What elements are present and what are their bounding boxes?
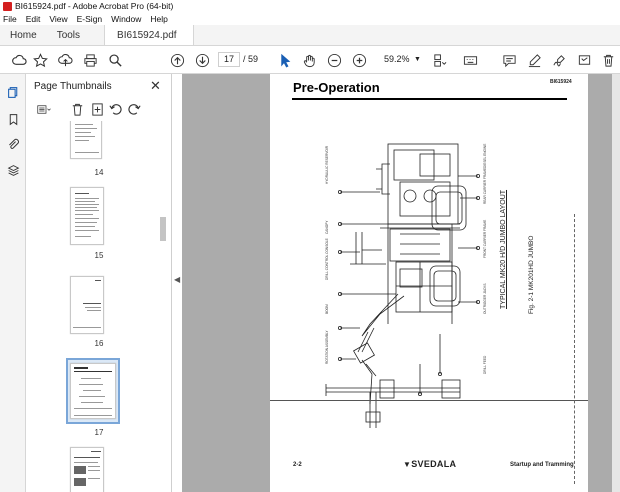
thumbnails-scroll-thumb[interactable] (160, 217, 166, 241)
comment-icon[interactable] (500, 51, 518, 69)
keyboard-icon[interactable] (461, 51, 479, 69)
thumbnail-page-18[interactable] (70, 447, 104, 492)
thumbnail-label: 17 (94, 428, 104, 437)
document-view[interactable]: Pre-Operation BI615924 HYDRAULIC RESERVO… (182, 74, 620, 492)
thumbnail-page-16[interactable] (70, 276, 104, 334)
svg-text:CANOPY: CANOPY (325, 220, 329, 234)
delete-pages-icon[interactable] (68, 100, 86, 118)
fill-sign-icon[interactable] (550, 51, 568, 69)
hand-tool-icon[interactable] (300, 51, 318, 69)
pdf-page: Pre-Operation BI615924 HYDRAULIC RESERVO… (270, 74, 588, 492)
tab-document-label: BI615924.pdf (117, 29, 177, 41)
total-pages: 59 (248, 54, 259, 64)
attachments-icon[interactable] (5, 136, 21, 152)
page-divider-line (270, 400, 588, 401)
rotate-clockwise-icon[interactable] (125, 100, 143, 118)
thumbnails-scrollbar[interactable] (159, 121, 167, 492)
zoom-dropdown-icon[interactable]: ▼ (414, 56, 421, 63)
thumbnail-page-15[interactable] (70, 187, 104, 245)
page-number-input[interactable]: 17 (218, 52, 240, 67)
menu-edit[interactable]: Edit (26, 14, 41, 24)
thumbnail-label: 14 (94, 168, 104, 177)
page-separator: / (243, 54, 246, 64)
thumbnails-toolbar (26, 98, 172, 120)
svg-text:BOOM: BOOM (325, 304, 329, 314)
title-bar: BI615924.pdf - Adobe Acrobat Pro (64-bit… (0, 0, 620, 12)
thumbnail-label: 16 (94, 339, 104, 348)
page-thumbnails-panel: Page Thumbnails ✕ 14 15 16 17 (26, 74, 172, 492)
svedala-logo-icon: ▼ (403, 460, 412, 469)
svg-text:HYDRAULIC RESERVOIR: HYDRAULIC RESERVOIR (325, 145, 329, 184)
svg-text:DRILL FEED: DRILL FEED (483, 355, 487, 374)
tab-bar: Home Tools BI615924.pdf (0, 25, 620, 46)
select-cursor-icon[interactable] (276, 51, 294, 69)
search-icon[interactable] (106, 51, 124, 69)
footer-page-number: 2-2 (293, 462, 302, 468)
delete-icon[interactable] (599, 51, 617, 69)
tab-document[interactable]: BI615924.pdf (104, 25, 194, 45)
bookmarks-icon[interactable] (5, 111, 21, 127)
svg-text:REAR CARRIER FRAME: REAR CARRIER FRAME (483, 168, 487, 204)
figure-caption: Fig. 2-1 MK201HD JUMBO (528, 235, 535, 314)
rotate-counterclockwise-icon[interactable] (106, 100, 124, 118)
thumbnail-page-17[interactable] (70, 363, 116, 419)
close-panel-icon[interactable]: ✕ (150, 78, 161, 94)
zoom-in-icon[interactable] (350, 51, 368, 69)
collapse-panel-handle[interactable]: ◀ (174, 275, 180, 284)
page-margin-dashes (574, 214, 577, 484)
tab-home[interactable]: Home (0, 25, 47, 45)
footer-section-title: Startup and Tramming (510, 462, 574, 468)
svg-text:FRONT CARRIER FRAME: FRONT CARRIER FRAME (483, 220, 487, 258)
svg-text:DIESEL ENGINE: DIESEL ENGINE (483, 144, 487, 168)
page-display-icon[interactable] (430, 51, 448, 69)
thumbnail-list: 14 15 16 17 (26, 121, 164, 492)
menu-view[interactable]: View (49, 14, 67, 24)
save-cloud-icon[interactable] (10, 51, 28, 69)
menu-esign[interactable]: E-Sign (77, 14, 103, 24)
svg-text:ROTATION ASSEMBLY: ROTATION ASSEMBLY (325, 329, 329, 364)
navigation-rail (0, 74, 26, 492)
footer-brand-logo: ▼SVEDALA (403, 459, 456, 469)
zoom-level[interactable]: 59.2% (384, 54, 410, 64)
menu-bar: File Edit View E-Sign Window Help (0, 12, 620, 25)
previous-page-icon[interactable] (168, 51, 186, 69)
zoom-out-icon[interactable] (325, 51, 343, 69)
main-toolbar: 17 / 59 59.2% ▼ (0, 46, 620, 74)
tab-tools[interactable]: Tools (47, 25, 90, 45)
document-scrollbar[interactable] (612, 74, 620, 492)
thumbnail-page-14[interactable] (70, 121, 102, 159)
footer-brand-text: SVEDALA (411, 459, 457, 469)
insert-page-icon[interactable] (88, 100, 106, 118)
bookmark-star-icon[interactable] (31, 51, 49, 69)
thumbnail-label: 15 (94, 251, 104, 260)
menu-file[interactable]: File (3, 14, 17, 24)
jumbo-layout-drawing: HYDRAULIC RESERVOIR CANOPY DRILL CONTROL… (325, 143, 487, 428)
acrobat-app-icon (3, 1, 12, 11)
layout-label: TYPICAL MK20 H/D JUMBO LAYOUT (500, 189, 507, 309)
window-title: BI615924.pdf - Adobe Acrobat Pro (64-bit… (15, 1, 174, 11)
upload-icon[interactable] (56, 51, 74, 69)
page-count: / 59 (243, 54, 258, 64)
menu-help[interactable]: Help (150, 14, 167, 24)
stamp-icon[interactable] (575, 51, 593, 69)
layers-icon[interactable] (5, 162, 21, 178)
svg-text:OUTRIGGER JACKS: OUTRIGGER JACKS (483, 284, 487, 314)
menu-window[interactable]: Window (111, 14, 141, 24)
highlight-pen-icon[interactable] (525, 51, 543, 69)
svg-text:DRILL CONTROL CONSOLE: DRILL CONTROL CONSOLE (325, 238, 329, 280)
thumbnails-panel-title: Page Thumbnails (34, 81, 112, 92)
next-page-icon[interactable] (193, 51, 211, 69)
print-icon[interactable] (81, 51, 99, 69)
options-menu-icon[interactable] (32, 100, 56, 118)
page-thumbnails-icon[interactable] (5, 84, 21, 100)
